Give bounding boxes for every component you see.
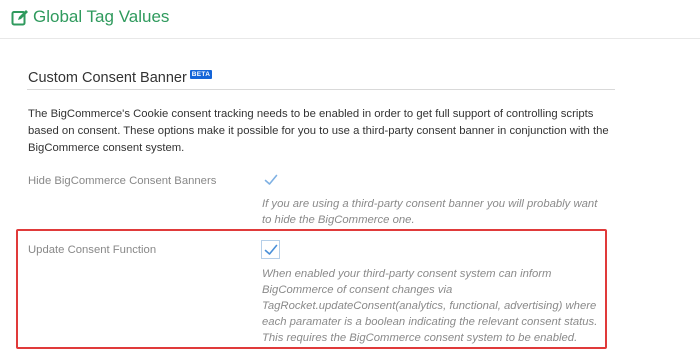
page-header: Global Tag Values	[0, 0, 700, 39]
help-line: to hide the BigCommerce one.	[262, 214, 415, 226]
update-consent-function-help: When enabled your third-party consent sy…	[262, 266, 617, 346]
help-line: If you are using a third-party consent b…	[262, 198, 598, 210]
section-divider	[27, 89, 615, 90]
hide-consent-banners-help: If you are using a third-party consent b…	[262, 196, 617, 228]
checkmark-icon	[264, 174, 278, 185]
section-title-text: Custom Consent Banner	[28, 70, 187, 86]
help-line: each paramater is a boolean indicating t…	[262, 316, 598, 328]
update-consent-function-checkbox[interactable]	[261, 240, 280, 259]
beta-badge: BETA	[189, 70, 213, 79]
section-description: The BigCommerce's Cookie consent trackin…	[28, 108, 609, 154]
hide-consent-banners-checkbox[interactable]	[261, 170, 280, 189]
help-line: This requires the BigCommerce consent sy…	[262, 332, 578, 344]
page-title: Global Tag Values	[33, 7, 170, 26]
edit-icon	[11, 10, 28, 26]
section-title: Custom Consent Banner BETA	[28, 70, 213, 86]
update-consent-function-label: Update Consent Function	[28, 244, 157, 256]
help-line: TagRocket.updateConsent(analytics, funct…	[262, 300, 597, 312]
checkmark-icon	[264, 244, 278, 255]
help-line: When enabled your third-party consent sy…	[262, 268, 552, 280]
hide-consent-banners-label: Hide BigCommerce Consent Banners	[28, 175, 217, 187]
help-line: BigCommerce of consent changes via	[262, 284, 453, 296]
